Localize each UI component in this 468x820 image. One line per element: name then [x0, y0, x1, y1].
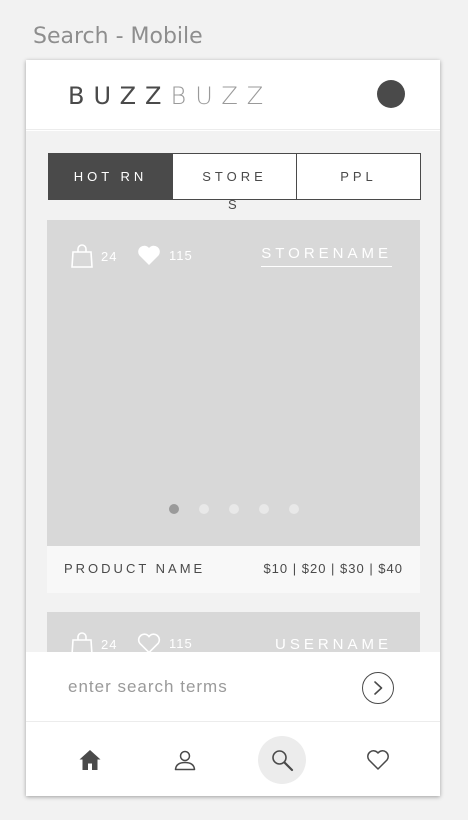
category-tabs: HOT RN STORE PPL	[48, 153, 421, 200]
product-name[interactable]: PRODUCT NAME	[64, 561, 205, 576]
nav-search-button[interactable]	[258, 736, 306, 784]
search-icon	[272, 750, 294, 772]
app-logo[interactable]: BUZZBUZZ	[68, 82, 272, 110]
like-stat: 115	[137, 632, 193, 652]
heart-outline-icon	[137, 633, 161, 652]
search-input[interactable]	[68, 670, 338, 704]
user-card[interactable]: 24 115 USERNAME	[47, 612, 420, 652]
mobile-screen: BUZZBUZZ HOT RN STORE PPL S 24 115 STORE…	[26, 60, 440, 796]
carousel-dot[interactable]	[288, 504, 299, 514]
tab-label-overflow: S	[228, 197, 241, 212]
carousel-dot[interactable]	[168, 504, 179, 514]
like-count: 115	[169, 635, 193, 651]
bag-stat: 24	[71, 244, 117, 268]
product-image[interactable]: 24 115 STORENAME	[47, 220, 420, 546]
bottom-nav	[26, 724, 440, 796]
search-submit-button[interactable]	[362, 672, 394, 704]
bag-count: 24	[101, 636, 118, 652]
nav-profile-button[interactable]	[161, 736, 209, 784]
tab-people[interactable]: PPL	[296, 153, 421, 200]
app-header: BUZZBUZZ	[26, 60, 440, 130]
bag-stat: 24	[71, 632, 117, 652]
search-results-feed[interactable]: HOT RN STORE PPL S 24 115 STORENAME PROD…	[26, 131, 440, 652]
frame-title: Search - Mobile	[33, 24, 203, 49]
carousel-dot[interactable]	[198, 504, 209, 514]
like-stat: 115	[137, 244, 193, 266]
bag-count: 24	[101, 248, 118, 264]
chevron-right-icon	[374, 681, 383, 695]
heart-filled-icon	[138, 245, 160, 265]
carousel-dots	[47, 504, 420, 514]
product-info-bar: PRODUCT NAME $10 | $20 | $30 | $40	[47, 546, 420, 593]
carousel-dot[interactable]	[228, 504, 239, 514]
logo-bold-text: BUZZ	[68, 82, 171, 110]
price-list: $10 | $20 | $30 | $40	[263, 561, 403, 576]
heart-icon	[367, 750, 389, 770]
tab-stores[interactable]: STORE	[172, 153, 297, 200]
carousel-dot[interactable]	[258, 504, 269, 514]
shopping-bag-icon	[71, 632, 93, 652]
username-link[interactable]: USERNAME	[275, 636, 392, 652]
home-icon	[79, 750, 101, 770]
user-icon	[174, 750, 196, 771]
product-card[interactable]: 24 115 STORENAME PRODUCT NAME $10 | $20 …	[47, 220, 420, 593]
like-count: 115	[169, 247, 193, 263]
nav-favorites-button[interactable]	[354, 736, 402, 784]
shopping-bag-icon	[71, 244, 93, 268]
store-name-link[interactable]: STORENAME	[261, 245, 392, 267]
tab-hot-rn[interactable]: HOT RN	[48, 153, 173, 200]
nav-home-button[interactable]	[66, 736, 114, 784]
user-avatar[interactable]	[377, 80, 405, 108]
logo-light-text: BUZZ	[170, 82, 273, 110]
